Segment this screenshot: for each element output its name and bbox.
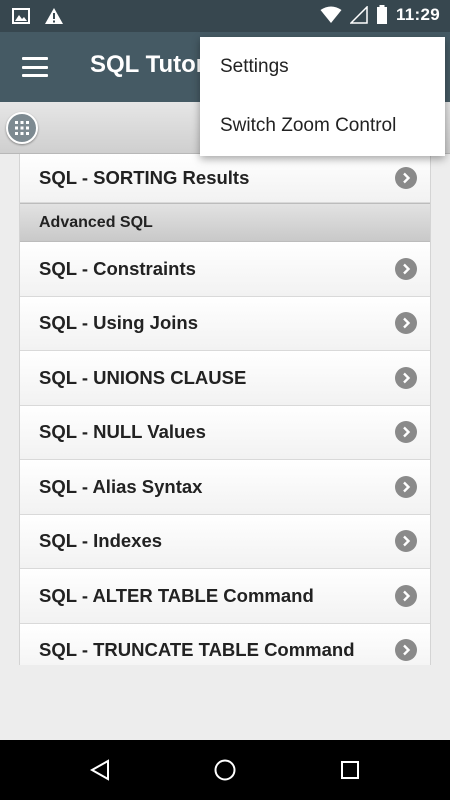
chevron-right-icon — [395, 257, 417, 280]
back-icon[interactable] — [85, 755, 115, 785]
chevron-right-icon — [395, 584, 417, 607]
list-item[interactable]: SQL - ALTER TABLE Command — [20, 569, 430, 624]
image-icon — [12, 8, 30, 24]
list-item-label: SQL - SORTING Results — [39, 167, 250, 188]
list-item-label: SQL - Constraints — [39, 257, 196, 279]
list-item[interactable]: SQL - Using Joins — [20, 296, 430, 351]
chevron-right-icon — [395, 530, 417, 553]
overflow-menu: Settings Switch Zoom Control — [200, 37, 445, 156]
signal-icon — [349, 6, 368, 24]
chevron-right-icon — [395, 639, 417, 662]
list-item-label: SQL - Indexes — [39, 530, 163, 552]
list-item-label: SQL - Using Joins — [39, 312, 198, 334]
list-item[interactable]: SQL - NULL Values — [20, 405, 430, 460]
menu-item-switch-zoom-control[interactable]: Switch Zoom Control — [200, 97, 445, 157]
grid-icon[interactable] — [6, 112, 38, 144]
section-header-label: Advanced SQL — [39, 213, 153, 231]
list-item[interactable]: SQL - Indexes — [20, 514, 430, 569]
list-item-label: SQL - UNIONS CLAUSE — [39, 366, 247, 388]
list-item[interactable]: SQL - Constraints — [20, 242, 430, 297]
navigation-bar — [0, 740, 450, 800]
list-item[interactable]: SQL - UNIONS CLAUSE — [20, 351, 430, 406]
tutorial-list: SQL - SORTING Results Advanced SQL SQL -… — [19, 154, 431, 665]
warning-icon — [45, 8, 63, 24]
status-bar: 11:29 — [0, 0, 450, 32]
list-item-label: SQL - ALTER TABLE Command — [39, 584, 314, 606]
chevron-right-icon — [395, 167, 417, 189]
list-item-label: SQL - TRUNCATE TABLE Command — [39, 639, 355, 661]
list-item-label: SQL - Alias Syntax — [39, 475, 203, 497]
list-item[interactable]: SQL - SORTING Results — [20, 154, 430, 203]
status-time: 11:29 — [395, 5, 440, 24]
hamburger-menu-icon[interactable] — [18, 54, 52, 80]
menu-item-label: Settings — [220, 55, 289, 77]
menu-item-settings[interactable]: Settings — [200, 37, 445, 97]
home-icon[interactable] — [210, 755, 240, 785]
chevron-right-icon — [395, 312, 417, 335]
chevron-right-icon — [395, 366, 417, 389]
menu-item-label: Switch Zoom Control — [220, 115, 397, 137]
chevron-right-icon — [395, 475, 417, 498]
list-item-label: SQL - NULL Values — [39, 421, 206, 443]
wifi-icon — [320, 6, 342, 23]
section-header: Advanced SQL — [20, 203, 430, 242]
list-item[interactable]: SQL - TRUNCATE TABLE Command — [20, 623, 430, 665]
list-item[interactable]: SQL - Alias Syntax — [20, 460, 430, 515]
recents-icon[interactable] — [335, 755, 365, 785]
chevron-right-icon — [395, 421, 417, 444]
battery-icon — [376, 5, 387, 24]
